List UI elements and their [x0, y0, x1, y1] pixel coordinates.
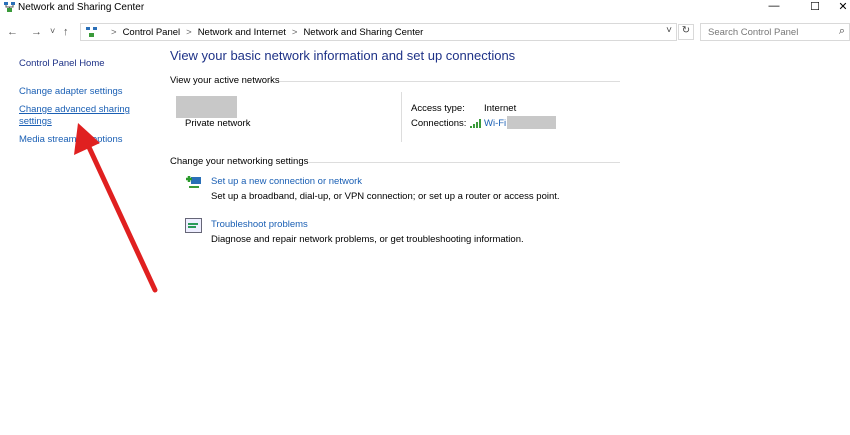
forward-button[interactable]: →: [31, 26, 42, 38]
breadcrumb-separator: >: [291, 26, 298, 38]
wifi-connection-link[interactable]: Wi-Fi: [484, 118, 506, 129]
address-bar[interactable]: > Control Panel > Network and Internet >…: [80, 23, 677, 41]
breadcrumb-separator: >: [186, 26, 192, 38]
wifi-name-redacted: [507, 116, 556, 129]
divider: [401, 92, 402, 142]
setup-connection-description: Set up a broadband, dial-up, or VPN conn…: [211, 191, 560, 202]
page-title: View your basic network information and …: [170, 48, 516, 63]
search-placeholder: Search Control Panel: [708, 27, 799, 38]
new-connection-icon: [186, 176, 201, 188]
troubleshoot-link[interactable]: Troubleshoot problems: [211, 219, 308, 230]
breadcrumb-network-and-internet[interactable]: Network and Internet: [198, 27, 286, 38]
refresh-button[interactable]: ↻: [678, 24, 694, 40]
search-input[interactable]: Search Control Panel ⌕: [700, 23, 850, 41]
up-button[interactable]: ↑: [63, 26, 69, 38]
back-button[interactable]: ←: [7, 26, 18, 38]
troubleshoot-description: Diagnose and repair network problems, or…: [211, 234, 524, 245]
sidebar-item-change-adapter-settings[interactable]: Change adapter settings: [19, 86, 123, 97]
red-arrow-annotation: [74, 123, 158, 293]
divider: [280, 81, 620, 82]
access-type-value: Internet: [484, 103, 517, 114]
network-name-redacted: [176, 96, 237, 118]
wifi-signal-icon: [470, 119, 481, 128]
network-center-icon: [4, 2, 15, 12]
active-networks-label: View your active networks: [170, 75, 280, 86]
window-title: Network and Sharing Center: [18, 2, 145, 13]
minimize-button[interactable]: —: [757, 0, 791, 14]
search-icon: ⌕: [838, 25, 845, 37]
breadcrumb-control-panel[interactable]: Control Panel: [123, 27, 181, 38]
troubleshoot-icon: [185, 218, 202, 233]
address-dropdown-icon[interactable]: ˅: [666, 25, 672, 36]
breadcrumb-separator: >: [111, 26, 117, 38]
sidebar-item-media-streaming-options[interactable]: Media streaming options: [19, 134, 123, 145]
access-type-label: Access type:: [411, 103, 465, 114]
divider: [308, 162, 620, 163]
breadcrumb-network-sharing-center[interactable]: Network and Sharing Center: [303, 27, 423, 38]
network-type: Private network: [185, 118, 251, 129]
close-button[interactable]: ✕: [826, 0, 850, 14]
network-center-icon: [86, 27, 97, 37]
sidebar-item-control-panel-home[interactable]: Control Panel Home: [19, 58, 105, 69]
connections-label: Connections:: [411, 118, 467, 129]
recent-locations-button[interactable]: ˅: [50, 26, 55, 36]
change-settings-label: Change your networking settings: [170, 156, 309, 167]
setup-connection-link[interactable]: Set up a new connection or network: [211, 176, 362, 187]
sidebar-item-change-advanced-sharing-settings[interactable]: Change advanced sharing settings: [19, 104, 134, 128]
